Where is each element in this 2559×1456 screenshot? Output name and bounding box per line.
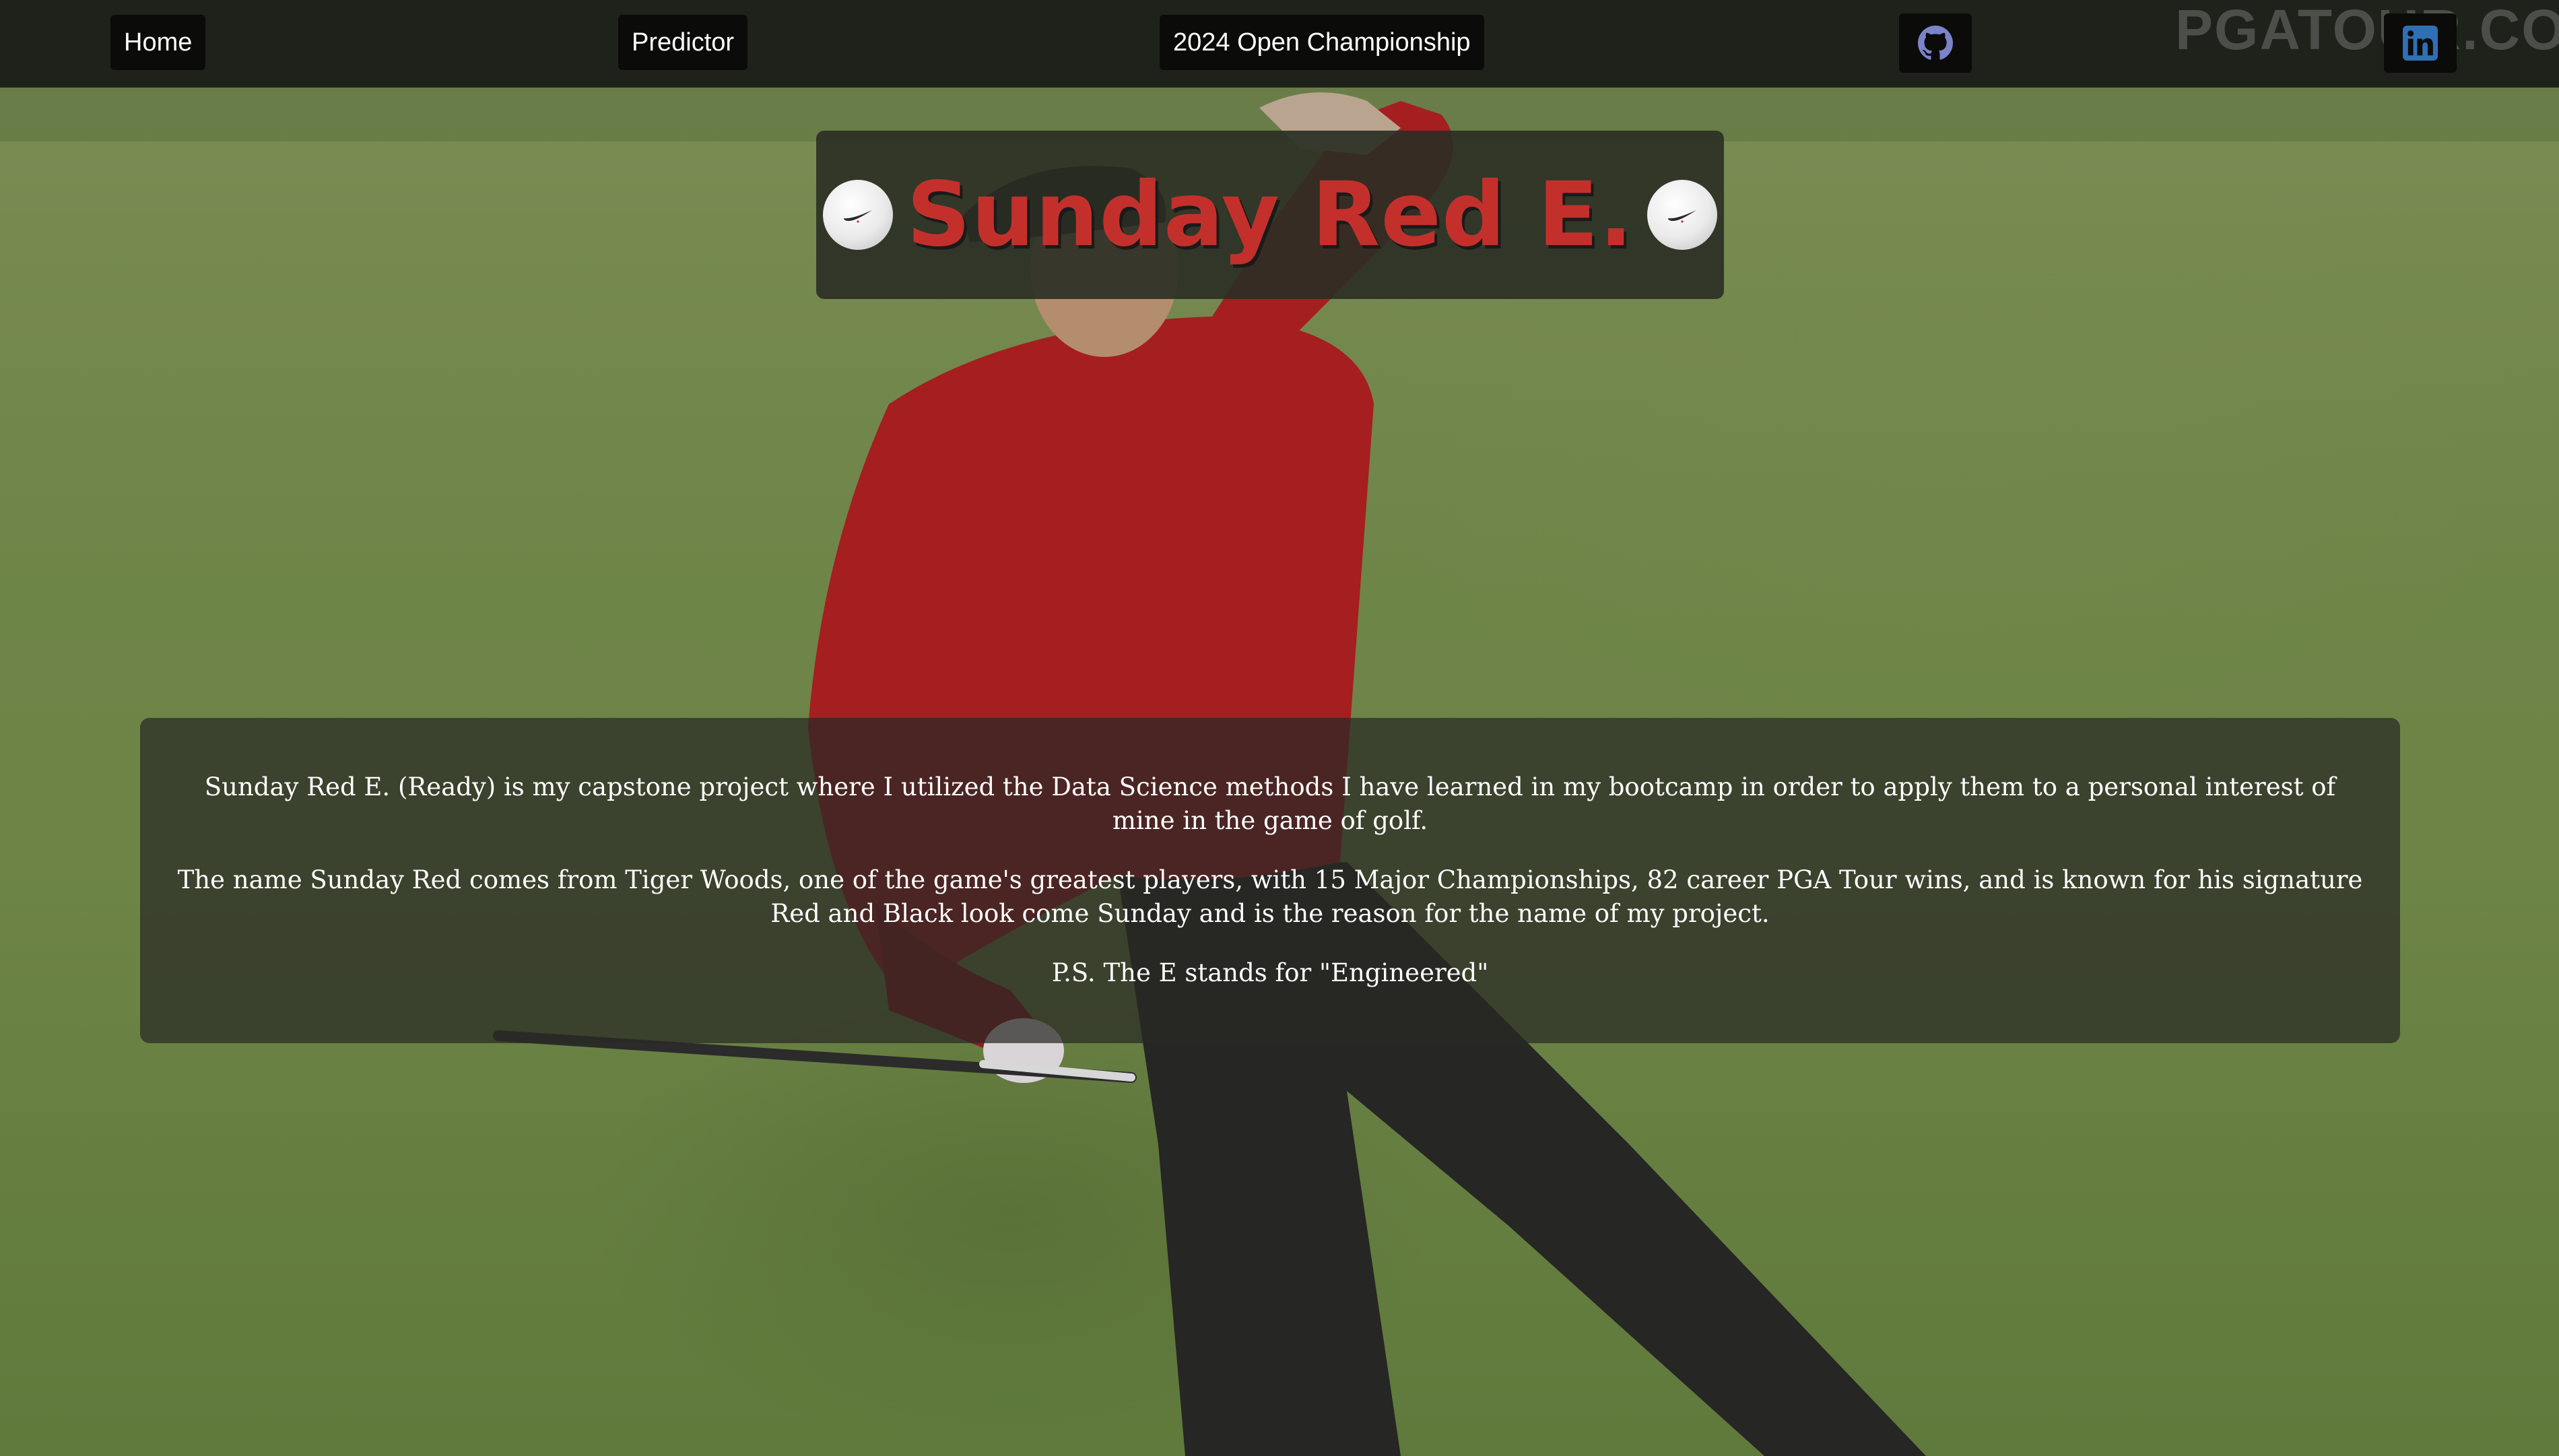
golf-ball-icon bbox=[823, 180, 894, 250]
github-icon bbox=[1918, 26, 1953, 60]
swoosh-icon bbox=[844, 210, 873, 223]
golf-ball-icon bbox=[1647, 180, 1717, 250]
title-banner: Sunday Red E. bbox=[816, 131, 1724, 299]
top-navbar: Home Predictor 2024 Open Championship PG… bbox=[0, 0, 2559, 88]
pgatour-watermark: PGATOUR.COM bbox=[2175, 0, 2559, 61]
about-paragraph: The name Sunday Red comes from Tiger Woo… bbox=[177, 865, 2363, 928]
nav-predictor-button[interactable]: Predictor bbox=[618, 15, 748, 70]
page-title: Sunday Red E. bbox=[906, 163, 1634, 267]
linkedin-icon bbox=[2403, 26, 2438, 61]
about-paragraph: Sunday Red E. (Ready) is my capstone pro… bbox=[204, 772, 2336, 835]
github-link-button[interactable] bbox=[1899, 13, 1972, 73]
nav-open-championship-button[interactable]: 2024 Open Championship bbox=[1160, 15, 1484, 70]
about-paragraph: P.S. The E stands for "Engineered" bbox=[1051, 958, 1489, 987]
linkedin-link-button[interactable] bbox=[2384, 13, 2457, 73]
about-panel: Sunday Red E. (Ready) is my capstone pro… bbox=[140, 718, 2400, 1043]
swoosh-icon bbox=[1667, 210, 1696, 223]
nav-home-button[interactable]: Home bbox=[110, 15, 206, 70]
